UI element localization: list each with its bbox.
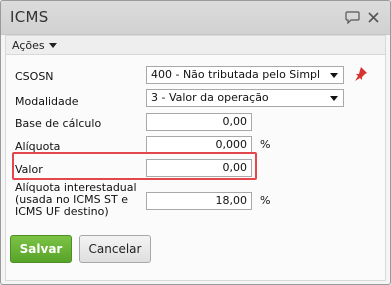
actions-label: Ações: [12, 38, 45, 52]
pin-icon[interactable]: [352, 66, 368, 82]
modalidade-value: 3 - Valor da operação: [151, 91, 269, 104]
speech-bubble-icon[interactable]: [344, 9, 360, 25]
aliquota-interestadual-label: Alíquota interestadual (usada no ICMS ST…: [15, 181, 137, 218]
csosn-select[interactable]: 400 - Não tributada pelo Simpl: [146, 66, 344, 84]
csosn-value: 400 - Não tributada pelo Simpl: [151, 68, 321, 81]
valor-label: Valor: [15, 163, 43, 176]
cancel-button[interactable]: Cancelar: [79, 235, 151, 263]
actions-toolbar: Ações: [6, 36, 385, 55]
csosn-label: CSOSN: [15, 70, 54, 83]
dialog-content: Ações CSOSN 400 - Não tributada pelo Sim…: [5, 35, 386, 281]
modalidade-select[interactable]: 3 - Valor da operação: [146, 89, 344, 107]
dialog-titlebar: ICMS: [1, 1, 390, 35]
icms-dialog: ICMS Ações CSOSN 400 - Não tributada pel…: [0, 0, 391, 285]
caret-down-icon: [48, 42, 57, 48]
aliquota-interestadual-percent: %: [260, 194, 271, 207]
aliquota-percent: %: [260, 138, 271, 151]
close-icon[interactable]: [365, 9, 381, 25]
dialog-title: ICMS: [10, 8, 49, 26]
valor-input[interactable]: 0,00: [146, 159, 252, 177]
actions-menu-button[interactable]: Ações: [12, 37, 57, 53]
save-button[interactable]: Salvar: [10, 235, 72, 263]
aliquota-interestadual-input[interactable]: 18,00: [146, 192, 252, 210]
dropdown-arrow-icon: [330, 73, 338, 78]
base-calculo-label: Base de cálculo: [15, 117, 102, 130]
base-calculo-input[interactable]: 0,00: [146, 113, 252, 131]
modalidade-label: Modalidade: [15, 95, 79, 108]
dropdown-arrow-icon: [330, 96, 338, 101]
